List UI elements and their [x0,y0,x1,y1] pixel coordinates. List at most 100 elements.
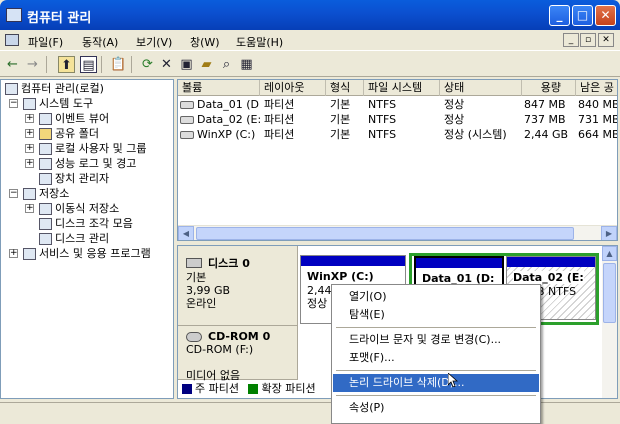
capacity-cell: 2,44 GB [524,128,569,141]
capacity-cell: 737 MB [524,113,566,126]
scroll-thumb[interactable] [603,263,616,323]
forward-arrow-icon[interactable]: → [24,56,41,73]
menu-window[interactable]: 창(W) [190,34,220,50]
tree-node-defrag[interactable]: 디스크 조각 모음 [39,216,133,231]
defrag-icon [39,218,52,230]
title-bar[interactable]: 컴퓨터 관리 _ □ ✕ [0,0,620,30]
toolbar-separator [131,56,132,73]
expand-icon[interactable]: + [25,114,34,123]
back-arrow-icon[interactable]: ← [4,56,21,73]
status-cell: 정상 [444,113,465,126]
menu-item-open[interactable]: 열기(O) [333,288,539,306]
menu-item-delete-logical-drive[interactable]: 논리 드라이브 삭제(D)... [333,374,539,392]
export-icon[interactable]: ▦ [238,56,255,73]
partition-size: 2,44 [307,284,332,297]
horizontal-scrollbar[interactable]: ◀ ▶ [178,225,617,240]
tree-node-event-viewer[interactable]: + 이벤트 뷰어 [25,111,109,126]
expand-icon[interactable]: + [25,204,34,213]
expand-icon[interactable]: + [25,129,34,138]
tree-node-device-manager[interactable]: 장치 관리자 [39,171,109,186]
menu-help[interactable]: 도움말(H) [236,34,283,50]
users-icon [39,143,52,155]
tree-node-storage[interactable]: − 저장소 [9,186,69,201]
toolbar-separator [46,56,47,73]
expand-icon[interactable]: + [25,159,34,168]
event-viewer-icon [39,113,52,125]
expand-icon[interactable]: + [25,144,34,153]
partition-filesystem: B NTFS [537,285,577,298]
free-cell: 664 MB [578,128,618,141]
menu-item-format[interactable]: 포맷(F)... [333,349,539,367]
table-row[interactable]: Data_01 (D:) 파티션 기본 NTFS 정상 847 MB 840 M… [178,97,617,112]
performance-icon [39,158,52,170]
tree-node-local-users[interactable]: + 로컬 사용자 및 그룹 [25,141,146,156]
menu-file[interactable]: 파일(F) [28,34,63,50]
refresh-icon[interactable]: ⟳ [139,56,156,73]
table-row[interactable]: WinXP (C:) 파티션 기본 NTFS 정상 (시스템) 2,44 GB … [178,127,618,142]
column-header-free[interactable]: 남은 공 [576,80,617,96]
toolbar: ← → ⬆ ▤ 📋 ⟳ ✕ ▣ ▰ ⌕ ▦ [0,52,620,77]
column-header-status[interactable]: 상태 [440,80,522,96]
tree-node-disk-management[interactable]: 디스크 관리 [39,231,110,246]
help-icon[interactable]: ▣ [178,56,195,73]
tree-node-system-tools[interactable]: − 시스템 도구 [9,96,93,111]
computer-management-window: 컴퓨터 관리 _ □ ✕ 파일(F) 동작(A) 보기(V) 창(W) 도움말(… [0,0,620,424]
scroll-right-icon[interactable]: ▶ [601,226,617,240]
menu-view[interactable]: 보기(V) [136,34,172,50]
legend-primary: 주 파티션 [195,382,239,395]
menu-action[interactable]: 동작(A) [82,34,118,50]
collapse-icon[interactable]: − [9,99,18,108]
tree-node-services[interactable]: + 서비스 및 응용 프로그램 [9,246,151,261]
cdrom-media: 미디어 없음 [186,369,241,382]
menu-item-properties[interactable]: 속성(P) [333,399,539,417]
table-row[interactable]: Data_02 (E:) 파티션 기본 NTFS 정상 737 MB 731 M… [178,112,618,127]
menu-item-explore[interactable]: 탐색(E) [333,306,539,324]
child-close-button[interactable]: ✕ [598,33,614,47]
computer-icon [5,83,18,95]
up-folder-icon[interactable]: ⬆ [58,56,75,73]
system-menu-icon[interactable] [5,34,19,46]
scroll-left-icon[interactable]: ◀ [178,226,194,240]
tree-node-shared-folders[interactable]: + 공유 폴더 [25,126,99,141]
column-header-filesystem[interactable]: 파일 시스템 [364,80,440,96]
collapse-icon[interactable]: − [9,189,18,198]
tree-node-perf-logs[interactable]: + 성능 로그 및 경고 [25,156,136,171]
cdrom-drive: CD-ROM (F:) [186,343,254,356]
services-icon [23,248,36,260]
column-header-capacity[interactable]: 용량 [522,80,576,96]
open-folder-icon[interactable]: ▰ [198,56,215,73]
computer-management-icon [6,8,22,22]
scroll-up-icon[interactable]: ▲ [602,246,617,261]
search-icon[interactable]: ⌕ [218,56,235,73]
partition-status: 정상 [307,297,328,310]
child-restore-button[interactable]: ▫ [580,33,596,47]
tree-node-removable-storage[interactable]: + 이동식 저장소 [25,201,119,216]
type-cell: 기본 [330,113,351,126]
vertical-scrollbar[interactable]: ▲ [602,246,617,398]
column-header-volume[interactable]: 볼륨 [178,80,260,96]
close-button[interactable]: ✕ [595,5,616,26]
cdrom-0-label[interactable]: CD-ROM 0 CD-ROM (F:) 미디어 없음 [178,326,298,382]
legend-extended: 확장 파티션 [261,382,316,395]
maximize-button[interactable]: □ [572,5,593,26]
disk-0-label[interactable]: 디스크 0 기본 3,99 GB 온라인 [178,246,298,326]
expand-icon[interactable]: + [9,249,18,258]
column-header-type[interactable]: 형식 [326,80,364,96]
show-tree-icon[interactable]: ▤ [80,56,97,73]
column-header-layout[interactable]: 레이아웃 [260,80,326,96]
legend: 주 파티션 확장 파티션 [182,383,316,395]
minimize-button[interactable]: _ [549,5,570,26]
console-tree[interactable]: 컴퓨터 관리(로컬) − 시스템 도구 + 이벤트 뷰어 + 공유 폴더 + 로컬 사용… [0,79,174,399]
free-cell: 731 MB [578,113,618,126]
volume-list[interactable]: 볼륨 레이아웃 형식 파일 시스템 상태 용량 남은 공 Data_01 (D:… [177,79,618,241]
delete-icon[interactable]: ✕ [158,56,175,73]
partition-name: Data_02 (E: [513,271,584,284]
menu-separator [336,395,536,396]
menu-item-change-drive-letter[interactable]: 드라이브 문자 및 경로 변경(C)... [333,331,539,349]
child-minimize-button[interactable]: _ [563,33,579,47]
properties-icon[interactable]: 📋 [110,56,127,73]
filesystem-cell: NTFS [368,128,397,141]
tree-node-root[interactable]: 컴퓨터 관리(로컬) [5,81,104,96]
disk-status: 온라인 [186,297,217,310]
scroll-thumb[interactable] [196,227,574,240]
